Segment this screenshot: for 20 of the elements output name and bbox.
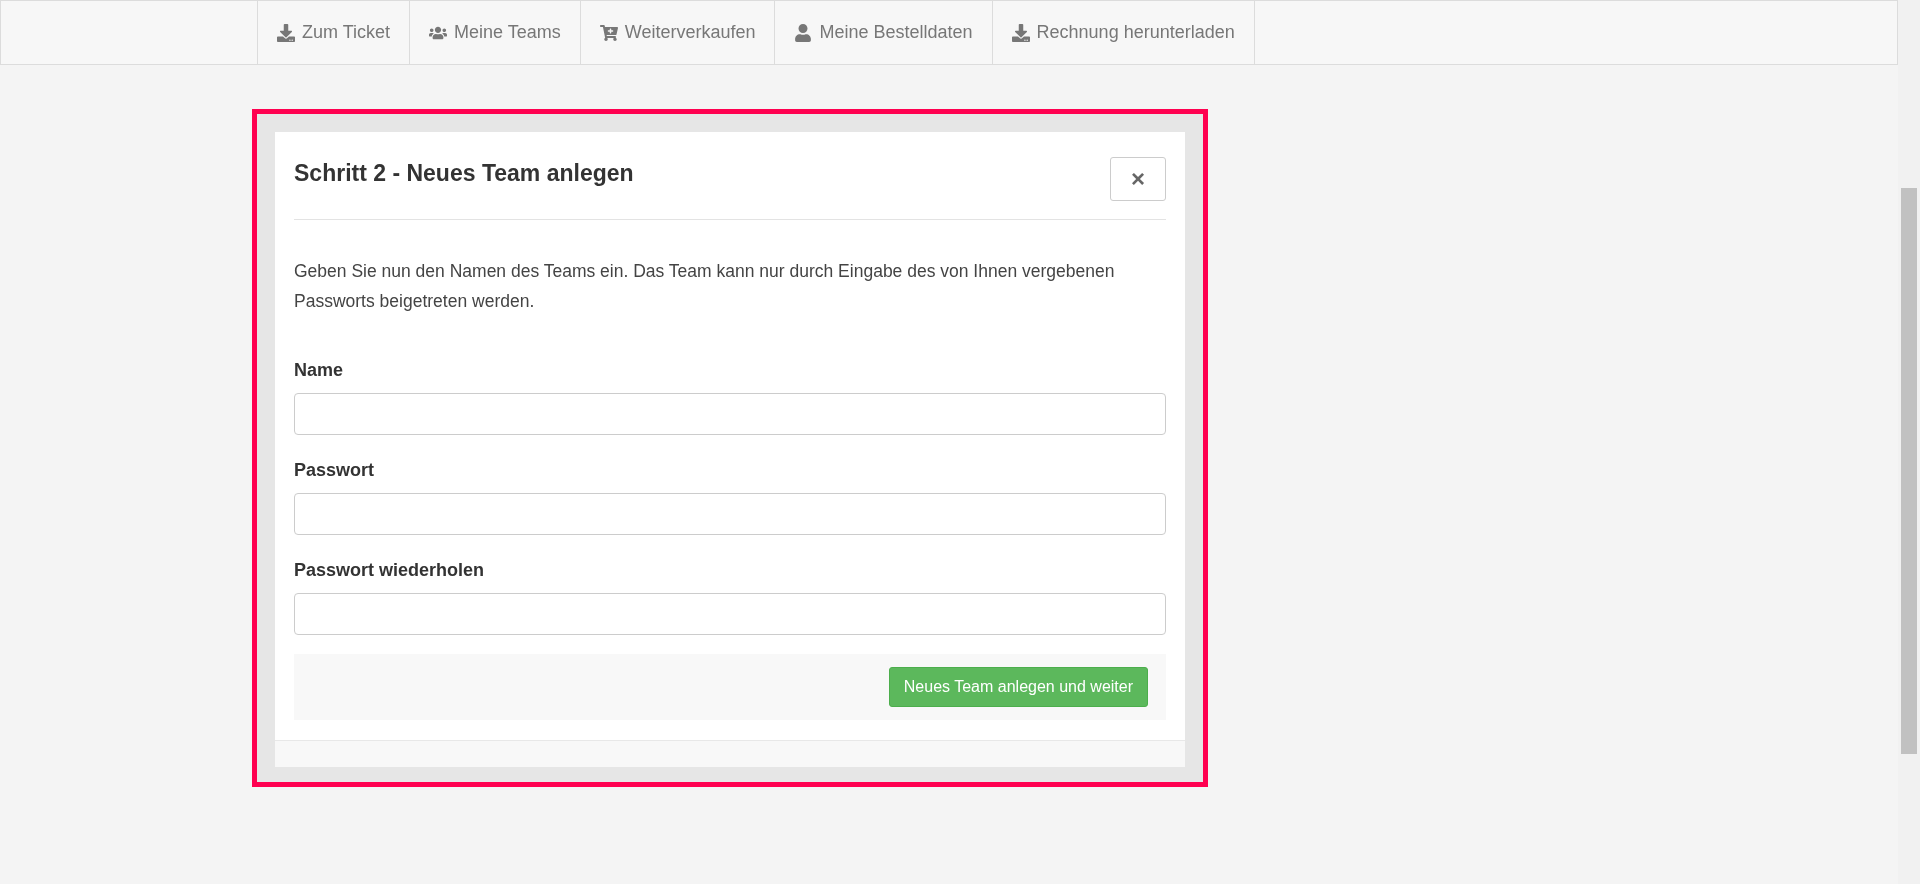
intro-text: Geben Sie nun den Namen des Teams ein. Das Team kann nur durch Eingabe des von Ihnen vergebenen Passworts beigetreten werden. [294,260,1116,313]
input-field[interactable] [294,593,1166,635]
field-label: Name [294,360,345,381]
field-label: Passwort [294,460,376,481]
field-label: Passwort wiederholen [294,560,486,581]
nav-link[interactable]: Meine Teams [409,1,580,64]
nav-link[interactable]: Rechnung herunterladen [991,1,1255,64]
close-button[interactable]: × [1110,157,1166,201]
cart-plus-icon [599,23,618,42]
nav-link[interactable]: Weiterverkaufen [579,1,775,64]
input-field[interactable] [294,393,1166,435]
download-icon [1011,23,1030,42]
nav-link[interactable]: Meine Bestelldaten [774,1,992,64]
nav-link[interactable]: Zum Ticket [257,1,409,64]
submit-button[interactable]: Neues Team anlegen und weiter [888,667,1148,707]
download-icon [277,23,295,42]
user-icon [794,23,813,42]
scrollbar-thumb[interactable] [1901,188,1917,754]
dialog-title: Schritt 2 - Neues Team anlegen [294,160,634,187]
input-field[interactable] [294,493,1166,535]
